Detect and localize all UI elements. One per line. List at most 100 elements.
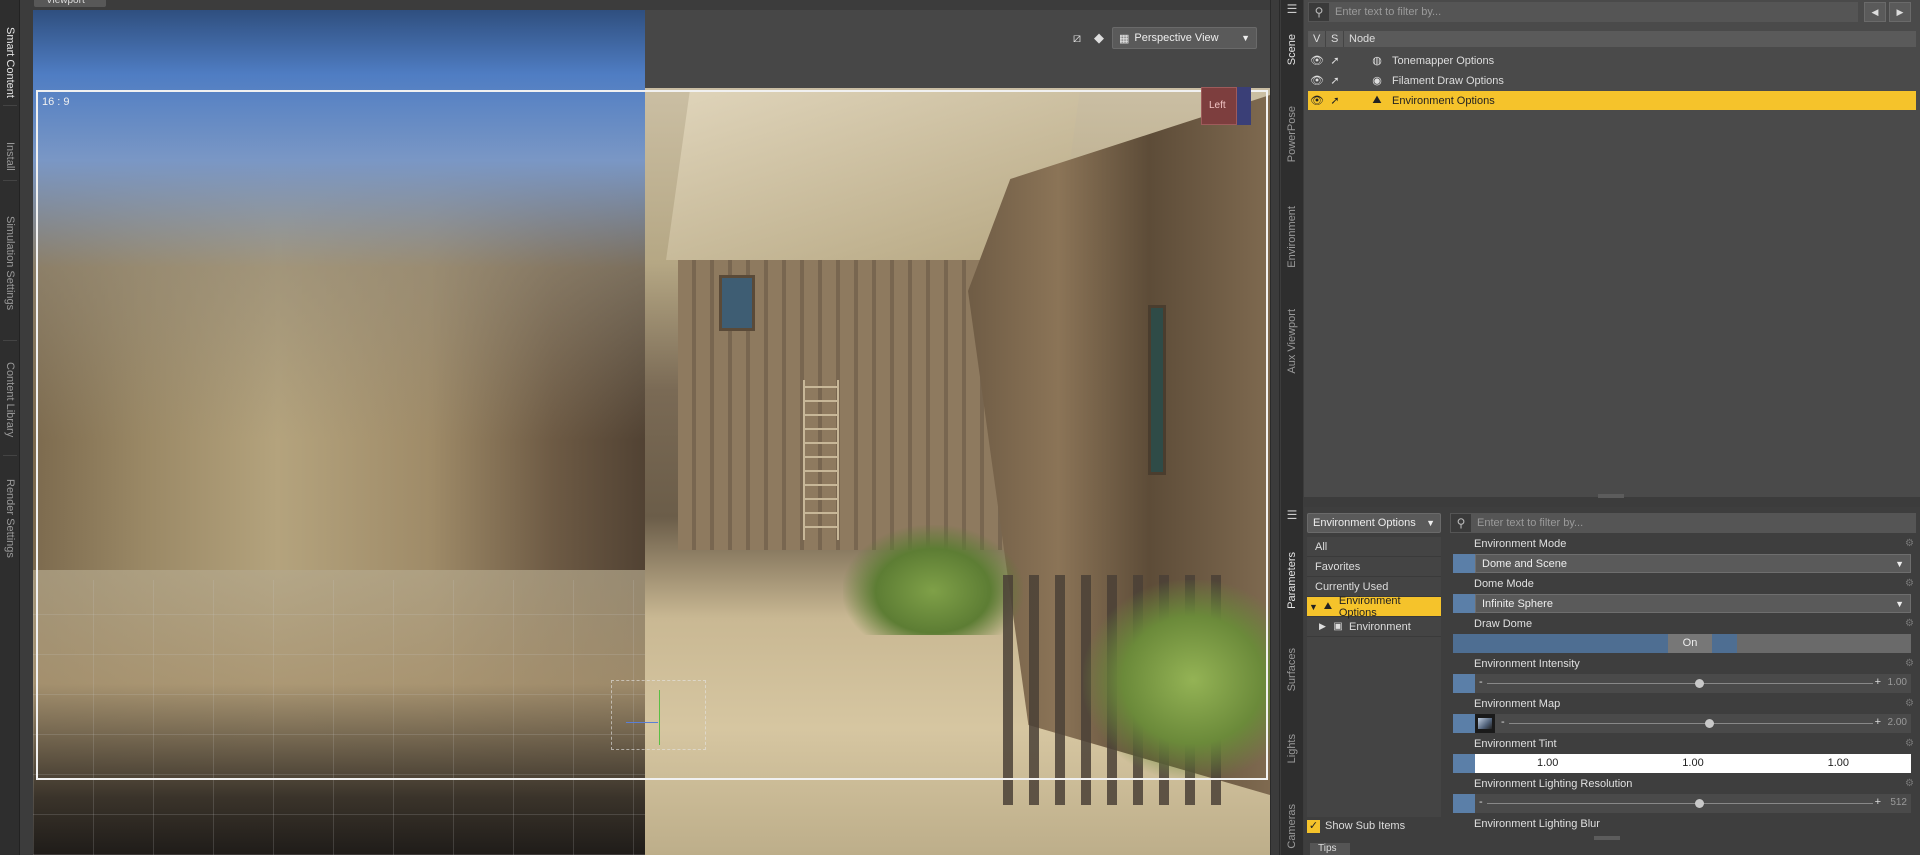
- search-icon: ⚲: [1314, 5, 1324, 19]
- gear-icon[interactable]: ⚙: [1905, 698, 1914, 709]
- column-visible[interactable]: V: [1308, 31, 1326, 47]
- gear-icon[interactable]: ⚙: [1905, 538, 1914, 549]
- tab-parameters[interactable]: Parameters: [1281, 540, 1303, 620]
- gear-icon[interactable]: ⚙: [1905, 778, 1914, 789]
- environment-icon: ⛰: [1323, 601, 1333, 612]
- param-filter: ⚲: [1450, 513, 1916, 533]
- scene-node-row[interactable]: 👁 ➚ ◉ Filament Draw Options: [1308, 71, 1916, 90]
- chevron-down-icon: ▼: [1895, 598, 1904, 609]
- plus-icon[interactable]: +: [1875, 716, 1881, 728]
- plus-icon[interactable]: +: [1875, 676, 1881, 688]
- chevron-down-icon: ▼: [1241, 33, 1250, 43]
- cursor-icon[interactable]: ➚: [1326, 74, 1344, 87]
- cursor-icon[interactable]: ➚: [1326, 54, 1344, 67]
- x-axis-gizmo: [626, 722, 658, 723]
- draw-dome-toggle[interactable]: On: [1453, 634, 1911, 653]
- draw-style-icon[interactable]: ◆: [1090, 29, 1108, 47]
- right-tab-strip: Scene PowerPose Environment Aux Viewport…: [1281, 0, 1303, 855]
- gear-icon[interactable]: ⚙: [1905, 618, 1914, 629]
- param-pane-menu-icon[interactable]: ☰: [1283, 508, 1301, 524]
- param-environment-lighting-blur: Environment Lighting Blur: [1474, 818, 1600, 830]
- eye-icon[interactable]: 👁: [1308, 54, 1326, 67]
- tab-lights[interactable]: Lights: [1281, 724, 1303, 774]
- y-axis-gizmo: [659, 690, 660, 745]
- cursor-icon[interactable]: ➚: [1326, 94, 1344, 107]
- scene-filter-input[interactable]: [1329, 3, 1857, 21]
- minus-icon[interactable]: -: [1501, 716, 1505, 728]
- group-favorites[interactable]: Favorites: [1307, 557, 1441, 577]
- dome-mode-select[interactable]: Infinite Sphere ▼: [1475, 594, 1911, 613]
- viewport-3d[interactable]: 16 : 9 ⧄ ◆ ▦ Perspective View ▼ ☰ Left ⟲…: [33, 10, 1270, 855]
- expand-icon[interactable]: ▼: [1309, 602, 1321, 612]
- parameters-pane: Environment Options ▼ All Favorites Curr…: [1304, 507, 1920, 855]
- parameter-list: Environment Mode ⚙ Dome and Scene ▼ Dome…: [1450, 537, 1916, 837]
- viewport-tab[interactable]: Viewport: [34, 0, 106, 7]
- param-filter-input[interactable]: [1471, 514, 1915, 532]
- daz-studio-window: Smart Content Install Simulation Setting…: [0, 0, 1920, 855]
- pane-splitter[interactable]: [1270, 0, 1280, 855]
- camera-icon: ▦: [1119, 32, 1130, 45]
- slider-knob[interactable]: [1695, 799, 1705, 808]
- gear-icon[interactable]: ⚙: [1905, 578, 1914, 589]
- tab-environment[interactable]: Environment: [1281, 196, 1303, 278]
- tab-scene[interactable]: Scene: [1281, 26, 1303, 74]
- left-tab-strip: Smart Content Install Simulation Setting…: [0, 0, 20, 855]
- nav-forward-button[interactable]: ▶: [1889, 2, 1911, 22]
- show-sub-items[interactable]: ✓ Show Sub Items: [1307, 815, 1405, 837]
- environment-icon: ⛰: [1372, 94, 1382, 106]
- tab-render-settings[interactable]: Render Settings: [0, 472, 20, 564]
- column-node[interactable]: Node: [1344, 31, 1916, 47]
- splitter-grip[interactable]: [1594, 836, 1620, 840]
- eye-icon[interactable]: 👁: [1308, 94, 1326, 107]
- tab-simulation-settings[interactable]: Simulation Settings: [0, 208, 20, 318]
- aspect-toggle-icon[interactable]: ⧄: [1068, 29, 1086, 47]
- property-groups: All Favorites Currently Used ▼ ⛰ Environ…: [1307, 537, 1441, 817]
- slider-knob[interactable]: [1705, 719, 1715, 728]
- minus-icon[interactable]: -: [1479, 796, 1483, 808]
- plus-icon[interactable]: +: [1875, 796, 1881, 808]
- tab-install[interactable]: Install: [0, 134, 20, 178]
- param-environment-tint: Environment Tint ⚙ 1.00 1.00 1.00: [1450, 737, 1916, 777]
- group-environment-options[interactable]: ▼ ⛰ Environment Options: [1307, 595, 1441, 619]
- minus-icon[interactable]: -: [1479, 676, 1483, 688]
- camera-select[interactable]: ▦ Perspective View ▼: [1112, 27, 1257, 49]
- group-environment[interactable]: ▶ ▣ Environment: [1307, 617, 1441, 637]
- scene-node-row[interactable]: 👁 ➚ ⛰ Environment Options: [1308, 91, 1916, 110]
- tab-powerpose[interactable]: PowerPose: [1281, 98, 1303, 170]
- tab-aux-viewport[interactable]: Aux Viewport: [1281, 300, 1303, 382]
- column-selectable[interactable]: S: [1326, 31, 1344, 47]
- tab-cameras[interactable]: Cameras: [1281, 798, 1303, 855]
- lighting-resolution-slider[interactable]: - + 512: [1475, 794, 1911, 813]
- nav-back-button[interactable]: ◀: [1864, 2, 1886, 22]
- tab-content-library[interactable]: Content Library: [0, 354, 20, 446]
- tab-surfaces[interactable]: Surfaces: [1281, 640, 1303, 700]
- param-environment-map: Environment Map ⚙ - + 2.00: [1450, 697, 1916, 737]
- tips-tab[interactable]: Tips: [1310, 843, 1350, 855]
- viewport-toolbar: ⧄ ◆ ▦ Perspective View ▼: [1068, 27, 1257, 49]
- checkbox-checked-icon[interactable]: ✓: [1307, 819, 1320, 833]
- tonemapper-icon: ◍: [1372, 55, 1382, 67]
- chevron-down-icon: ▼: [1426, 518, 1435, 528]
- environment-tint-color[interactable]: 1.00 1.00 1.00: [1475, 754, 1911, 773]
- param-environment-lighting-resolution: Environment Lighting Resolution ⚙ - + 51…: [1450, 777, 1916, 817]
- hdri-thumbnail[interactable]: [1475, 714, 1495, 733]
- splitter-grip[interactable]: [1598, 494, 1624, 498]
- scene-list-header: V S Node: [1308, 31, 1916, 47]
- collapse-icon[interactable]: ▶: [1319, 621, 1331, 632]
- search-icon: ⚲: [1456, 516, 1466, 530]
- filament-icon: ◉: [1372, 75, 1382, 87]
- gear-icon[interactable]: ⚙: [1905, 658, 1914, 669]
- tab-smart-content[interactable]: Smart Content: [0, 22, 20, 102]
- group-all[interactable]: All: [1307, 537, 1441, 557]
- scene-pane-menu-icon[interactable]: ☰: [1283, 2, 1301, 18]
- environment-mode-select[interactable]: Dome and Scene ▼: [1475, 554, 1911, 573]
- view-cube[interactable]: Left: [1195, 83, 1255, 135]
- scene-node-row[interactable]: 👁 ➚ ◍ Tonemapper Options: [1308, 51, 1916, 70]
- param-draw-dome: Draw Dome ⚙ On: [1450, 617, 1916, 657]
- gear-icon[interactable]: ⚙: [1905, 738, 1914, 749]
- environment-map-slider[interactable]: - + 2.00: [1475, 714, 1911, 733]
- eye-icon[interactable]: 👁: [1308, 74, 1326, 87]
- slider-knob[interactable]: [1695, 679, 1705, 688]
- environment-intensity-slider[interactable]: - + 1.00: [1475, 674, 1911, 693]
- node-select[interactable]: Environment Options ▼: [1307, 513, 1441, 533]
